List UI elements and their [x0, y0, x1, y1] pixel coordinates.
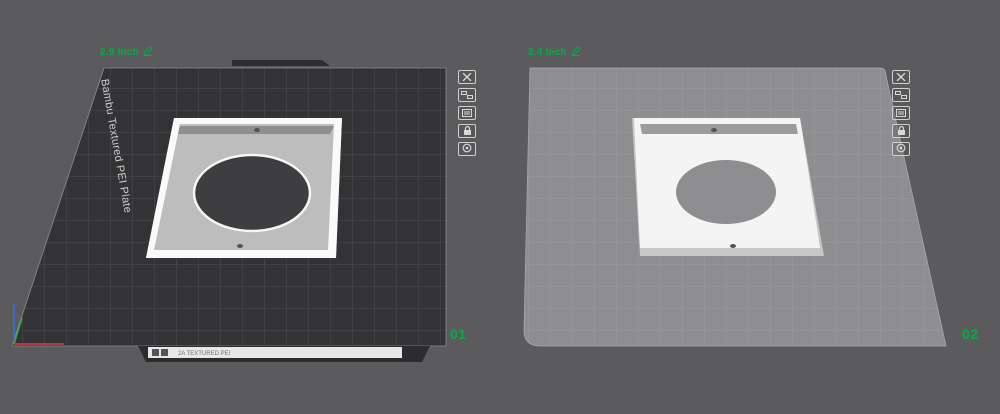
plate-2-lock-button[interactable] [892, 124, 910, 138]
model-2-screw-bottom [730, 244, 736, 248]
plate-2-number: 02 [962, 326, 979, 342]
model-2-inner-wall [640, 124, 798, 134]
model-2[interactable] [632, 118, 824, 256]
plate-1-tag: 2A TEXTURED PEI [152, 349, 230, 358]
arrange-icon [461, 86, 473, 104]
lock-icon [463, 122, 472, 140]
plate-2-name-label[interactable]: 2.4 Inch [528, 46, 581, 59]
close-icon [462, 68, 472, 86]
model-1-hole [192, 153, 312, 233]
model-1[interactable] [146, 118, 342, 258]
edit-icon[interactable] [143, 46, 153, 59]
plate-1-remove-button[interactable] [458, 70, 476, 84]
plate-1-handle [232, 60, 330, 66]
settings-icon [896, 104, 906, 122]
edit-icon[interactable] [571, 46, 581, 59]
model-1-screw-top [254, 128, 260, 132]
plate-1-lock-button[interactable] [458, 124, 476, 138]
plate-2-remove-button[interactable] [892, 70, 910, 84]
lock-icon [897, 122, 906, 140]
plate-2-slice-button[interactable] [892, 142, 910, 156]
plate-2-name-text: 2.4 Inch [528, 47, 567, 58]
plate-1-name-text: 2.9 Inch [100, 47, 139, 58]
slice-icon [896, 140, 906, 158]
slice-icon [462, 140, 472, 158]
plate-1-slice-button[interactable] [458, 142, 476, 156]
plate-2-settings-button[interactable] [892, 106, 910, 120]
plate-1-settings-button[interactable] [458, 106, 476, 120]
model-1-screw-bottom [237, 244, 243, 248]
model-2-screw-top [711, 128, 717, 132]
settings-icon [462, 104, 472, 122]
plate-2-toolbar [892, 70, 910, 156]
build-plate-scene [11, 60, 947, 362]
arrange-icon [895, 86, 907, 104]
plate-1-arrange-button[interactable] [458, 88, 476, 102]
plate-1-tag-text: 2A TEXTURED PEI [178, 350, 231, 357]
plate-1-name-label[interactable]: 2.9 Inch [100, 46, 153, 59]
qr-code-icon [152, 349, 172, 358]
model-2-hole [676, 160, 776, 224]
plate-2-arrange-button[interactable] [892, 88, 910, 102]
plate-1-number: 01 [450, 326, 467, 342]
plate-1-toolbar [458, 70, 476, 156]
close-icon [896, 68, 906, 86]
